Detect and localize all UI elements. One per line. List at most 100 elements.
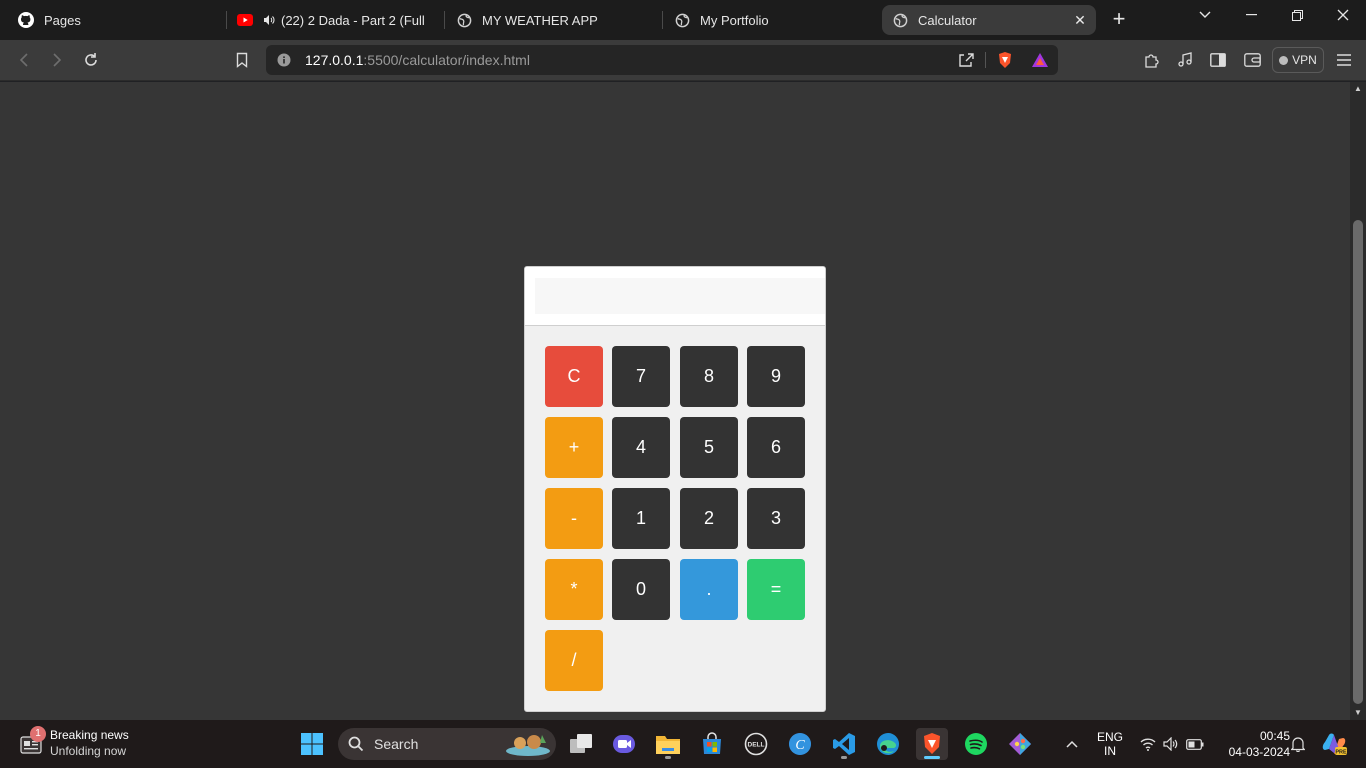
running-indicator bbox=[841, 756, 847, 759]
digit-2-button[interactable]: 2 bbox=[680, 488, 738, 549]
active-indicator bbox=[924, 756, 940, 759]
share-icon[interactable] bbox=[956, 50, 976, 70]
running-indicator bbox=[665, 756, 671, 759]
tab-title: (22) 2 Dada - Part 2 (Full Vide bbox=[281, 12, 427, 28]
url-path: :5500/calculator/index.html bbox=[363, 52, 530, 68]
svg-text:PRE: PRE bbox=[1335, 750, 1347, 756]
edge-icon[interactable] bbox=[872, 728, 904, 760]
digit-0-button[interactable]: 0 bbox=[612, 559, 670, 620]
wallet-icon[interactable] bbox=[1242, 50, 1262, 70]
minimize-icon[interactable] bbox=[1236, 4, 1266, 26]
region-code: IN bbox=[1104, 744, 1116, 758]
vpn-button[interactable]: VPN bbox=[1272, 47, 1324, 73]
digit-1-button[interactable]: 1 bbox=[612, 488, 670, 549]
search-highlight-icon bbox=[506, 735, 550, 756]
windows-start-icon[interactable] bbox=[296, 728, 328, 760]
extensions-icon[interactable] bbox=[1141, 50, 1161, 70]
scroll-up-icon[interactable]: ▲ bbox=[1350, 82, 1366, 96]
svg-text:DELL: DELL bbox=[748, 742, 765, 749]
battery-icon[interactable] bbox=[1184, 728, 1206, 760]
digit-7-button[interactable]: 7 bbox=[612, 346, 670, 407]
vpn-status-icon bbox=[1279, 55, 1289, 65]
tab-divider bbox=[662, 11, 663, 29]
task-view-icon[interactable] bbox=[565, 728, 597, 760]
equals-button[interactable]: = bbox=[747, 559, 805, 620]
vpn-label: VPN bbox=[1292, 53, 1317, 67]
digit-4-button[interactable]: 4 bbox=[612, 417, 670, 478]
tab-search-chevron-icon[interactable] bbox=[1190, 4, 1220, 26]
media-controls-icon[interactable] bbox=[1175, 50, 1195, 70]
file-explorer-icon[interactable] bbox=[652, 728, 684, 760]
digit-6-button[interactable]: 6 bbox=[747, 417, 805, 478]
clock-time: 00:45 bbox=[1259, 729, 1290, 743]
tab-title: MY WEATHER APP bbox=[482, 12, 598, 28]
calculator: C 7 8 9 + 4 5 6 - 1 2 3 * 0 . = / bbox=[524, 266, 826, 712]
decimal-button[interactable]: . bbox=[680, 559, 738, 620]
new-tab-button[interactable]: + bbox=[1108, 8, 1130, 30]
dell-icon[interactable]: DELL bbox=[740, 728, 772, 760]
digit-9-button[interactable]: 9 bbox=[747, 346, 805, 407]
tab-title: Calculator bbox=[918, 12, 977, 28]
sidebar-toggle-icon[interactable] bbox=[1208, 50, 1228, 70]
search-icon bbox=[348, 736, 364, 752]
meet-icon[interactable] bbox=[608, 728, 640, 760]
back-icon[interactable] bbox=[14, 50, 34, 70]
audio-playing-icon[interactable] bbox=[263, 12, 275, 28]
close-window-icon[interactable] bbox=[1328, 4, 1358, 26]
copilot-icon[interactable]: PRE bbox=[1318, 728, 1350, 760]
add-button[interactable]: + bbox=[545, 417, 603, 478]
vertical-scrollbar[interactable]: ▲ ▼ bbox=[1350, 82, 1366, 720]
clock[interactable]: 00:45 04-03-2024 bbox=[1214, 728, 1290, 760]
brave-shields-icon[interactable] bbox=[995, 50, 1015, 70]
address-bar[interactable]: 127.0.0.1:5500/calculator/index.html bbox=[266, 45, 1058, 75]
clear-button[interactable]: C bbox=[545, 346, 603, 407]
bookmark-icon[interactable] bbox=[232, 50, 252, 70]
reload-icon[interactable] bbox=[81, 50, 101, 70]
volume-icon[interactable] bbox=[1160, 728, 1182, 760]
youtube-icon bbox=[237, 12, 253, 28]
digit-3-button[interactable]: 3 bbox=[747, 488, 805, 549]
tab-calculator[interactable]: Calculator ✕ bbox=[882, 5, 1096, 35]
tab-youtube[interactable]: (22) 2 Dada - Part 2 (Full Vide bbox=[227, 5, 437, 35]
brave-rewards-icon[interactable] bbox=[1030, 50, 1050, 70]
show-hidden-icons-chevron-icon[interactable] bbox=[1056, 728, 1088, 760]
wifi-icon[interactable] bbox=[1137, 728, 1159, 760]
digit-8-button[interactable]: 8 bbox=[680, 346, 738, 407]
close-tab-icon[interactable]: ✕ bbox=[1072, 12, 1088, 28]
tab-pages[interactable]: Pages bbox=[8, 5, 218, 35]
news-subtitle: Unfolding now bbox=[50, 744, 127, 758]
display-container bbox=[525, 267, 825, 326]
restore-icon[interactable] bbox=[1282, 4, 1312, 26]
globe-icon bbox=[892, 12, 908, 28]
canva-icon[interactable]: C bbox=[784, 728, 816, 760]
page-viewport: C 7 8 9 + 4 5 6 - 1 2 3 * 0 . = / bbox=[0, 82, 1350, 720]
notification-bell-icon[interactable] bbox=[1288, 728, 1308, 760]
forward-icon[interactable] bbox=[47, 50, 67, 70]
url-text: 127.0.0.1:5500/calculator/index.html bbox=[305, 52, 530, 68]
news-title: Breaking news bbox=[50, 728, 129, 742]
site-info-icon[interactable] bbox=[274, 50, 294, 70]
svg-text:C: C bbox=[795, 738, 805, 753]
url-host: 127.0.0.1 bbox=[305, 52, 364, 68]
ms-store-icon[interactable] bbox=[696, 728, 728, 760]
vscode-icon[interactable] bbox=[828, 728, 860, 760]
digit-5-button[interactable]: 5 bbox=[680, 417, 738, 478]
git-icon[interactable] bbox=[1004, 728, 1036, 760]
divide-button[interactable]: / bbox=[545, 630, 603, 691]
menu-icon[interactable] bbox=[1334, 50, 1354, 70]
tab-weather-app[interactable]: MY WEATHER APP bbox=[446, 5, 656, 35]
multiply-button[interactable]: * bbox=[545, 559, 603, 620]
language-indicator[interactable]: ENG IN bbox=[1093, 730, 1127, 758]
tab-title: Pages bbox=[44, 12, 81, 28]
scrollbar-thumb[interactable] bbox=[1353, 220, 1363, 704]
urlbar-divider bbox=[985, 52, 986, 68]
github-icon bbox=[18, 12, 34, 28]
spotify-icon[interactable] bbox=[960, 728, 992, 760]
subtract-button[interactable]: - bbox=[545, 488, 603, 549]
taskbar-search[interactable]: Search bbox=[338, 728, 556, 760]
brave-icon[interactable] bbox=[916, 728, 948, 760]
tab-portfolio[interactable]: My Portfolio bbox=[664, 5, 874, 35]
scroll-down-icon[interactable]: ▼ bbox=[1350, 706, 1366, 720]
news-widget[interactable]: 1 Breaking news Unfolding now bbox=[16, 726, 176, 762]
calculator-display[interactable] bbox=[535, 278, 825, 314]
